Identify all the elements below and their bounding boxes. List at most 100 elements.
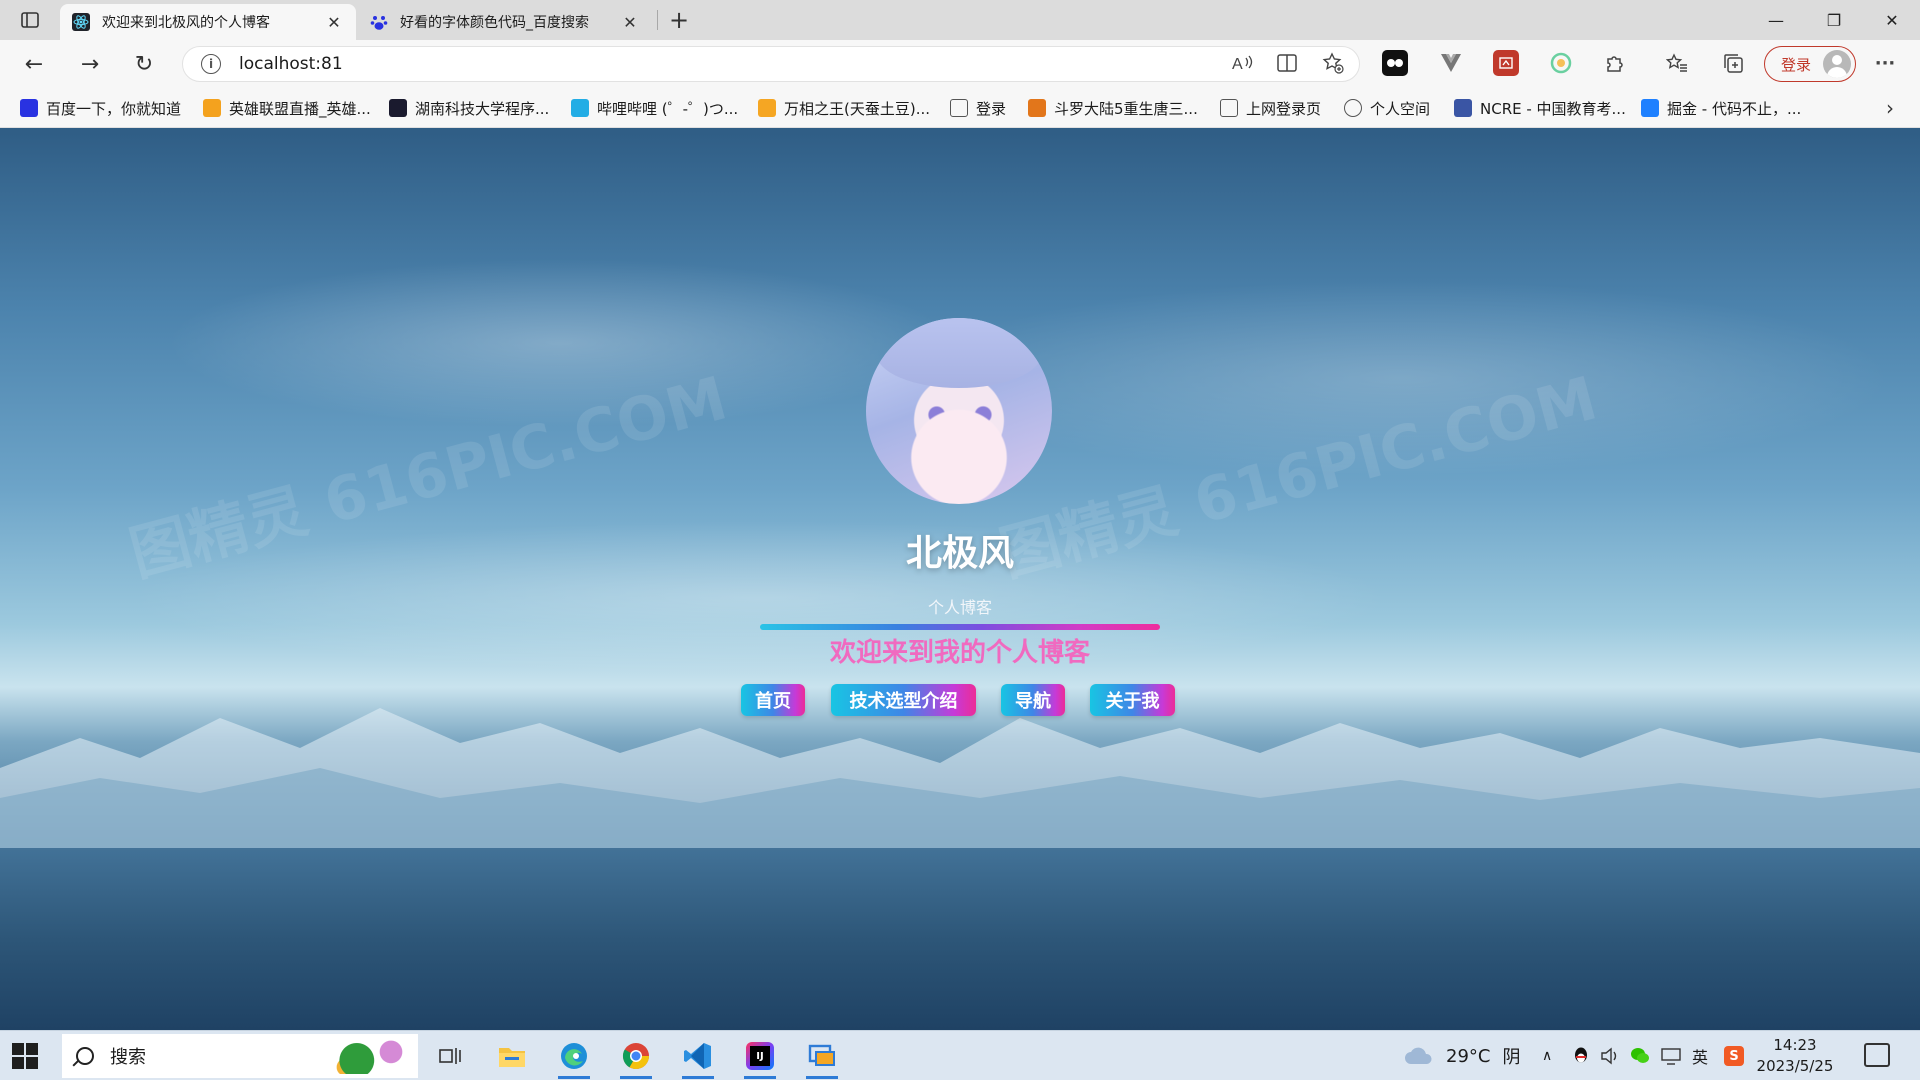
bookmark-item[interactable]: 英雄联盟直播_英雄... [203, 97, 371, 119]
favorites-icon[interactable] [1662, 48, 1692, 78]
vscode-icon[interactable] [672, 1035, 724, 1079]
address-bar[interactable]: i localhost:81 [182, 46, 1360, 82]
address-url[interactable]: localhost:81 [239, 54, 343, 74]
cloud-icon [1405, 1047, 1432, 1064]
author-name: 北极风 [905, 533, 1014, 574]
intellij-icon[interactable]: IJ [734, 1035, 786, 1079]
tab-strip: 欢迎来到北极风的个人博客 ✕ 好看的字体颜色代码_百度搜索 ✕ + — ❐ ✕ [0, 0, 1920, 40]
bookmark-label: 英雄联盟直播_英雄... [229, 99, 371, 118]
ext-green-circle-icon[interactable] [1548, 50, 1574, 76]
profile-avatar-icon [1823, 50, 1851, 78]
clock-time: 14:23 [1773, 1036, 1817, 1054]
forward-button[interactable]: → [72, 47, 108, 81]
book-icon [758, 99, 776, 117]
baidu-paw-icon [370, 13, 388, 31]
tab-close-icon[interactable]: ✕ [324, 12, 344, 32]
svg-text:A: A [1232, 56, 1243, 72]
baidu-paw-icon [20, 99, 38, 117]
ext-vue-icon[interactable] [1438, 50, 1464, 76]
tab-close-icon[interactable]: ✕ [620, 12, 640, 32]
bookmark-label: 上网登录页 [1246, 99, 1322, 118]
bookmark-item[interactable]: 湖南科技大学程序... [389, 97, 549, 119]
tab-divider [657, 10, 658, 30]
collections-icon[interactable] [1718, 48, 1748, 78]
bookmark-item[interactable]: 个人空间 [1344, 97, 1430, 119]
edge-icon[interactable] [548, 1035, 600, 1079]
novel-icon [1028, 99, 1046, 117]
weather-temp: 29°C [1446, 1045, 1491, 1067]
show-hidden-icons[interactable]: ∧ [1542, 1031, 1552, 1080]
tab-title: 好看的字体颜色代码_百度搜索 [400, 15, 589, 31]
react-icon [72, 13, 90, 31]
nav-tech-button[interactable]: 技术选型介绍 [831, 684, 976, 716]
reload-button[interactable]: ↻ [126, 47, 162, 81]
volume-icon[interactable] [1600, 1031, 1622, 1080]
read-aloud-icon[interactable]: A [1228, 48, 1258, 78]
add-favorite-icon[interactable] [1318, 48, 1348, 78]
minimize-button[interactable]: — [1748, 0, 1804, 40]
bookmarks-overflow-chevron-icon[interactable]: › [1878, 96, 1902, 120]
juejin-icon [1641, 99, 1659, 117]
new-tab-button[interactable]: + [664, 6, 694, 34]
qq-tray-icon[interactable] [1572, 1031, 1590, 1080]
notification-center-icon[interactable] [1864, 1043, 1890, 1067]
bookmark-item[interactable]: 百度一下，你就知道 [20, 97, 181, 119]
ext-red-icon[interactable] [1493, 50, 1519, 76]
tab-title: 欢迎来到北极风的个人博客 [102, 15, 270, 31]
bookmark-label: 百度一下，你就知道 [46, 99, 182, 118]
nav-about-button[interactable]: 关于我 [1090, 684, 1175, 716]
more-menu-icon[interactable]: ··· [1870, 48, 1900, 78]
taskbar-clock[interactable]: 14:23 2023/5/25 [1752, 1035, 1838, 1077]
file-explorer-icon[interactable] [486, 1035, 538, 1077]
globe-icon [1344, 99, 1362, 117]
taskbar-search[interactable]: 搜索 [62, 1034, 418, 1078]
back-button[interactable]: ← [16, 47, 52, 81]
bilibili-icon [571, 99, 589, 117]
restore-button[interactable]: ❐ [1806, 0, 1862, 40]
dark-site-icon [389, 99, 407, 117]
clock-date: 2023/5/25 [1756, 1057, 1834, 1075]
bookmark-item[interactable]: 登录 [950, 97, 1006, 119]
bookmark-item[interactable]: 哔哩哔哩 (゜-゜)つ... [571, 97, 738, 119]
bookmark-label: 个人空间 [1370, 99, 1431, 118]
tab-baidu-search[interactable]: 好看的字体颜色代码_百度搜索 ✕ [358, 4, 652, 40]
remote-desktop-icon[interactable] [796, 1035, 848, 1079]
search-highlight-image [334, 1040, 410, 1074]
weather-condition: 阴 [1502, 1047, 1521, 1068]
ext-tampermonkey-icon[interactable] [1382, 50, 1408, 76]
bookmark-label: 斗罗大陆5重生唐三... [1054, 99, 1198, 118]
bookmark-label: 掘金 - 代码不止，... [1667, 99, 1802, 118]
windows-start-icon[interactable] [12, 1043, 38, 1069]
signin-button[interactable]: 登录 [1764, 46, 1856, 82]
ime-indicator[interactable]: 英 [1692, 1031, 1708, 1080]
nav-navigation-button[interactable]: 导航 [1001, 684, 1065, 716]
tab-actions-icon[interactable] [12, 6, 48, 34]
bookmark-label: NCRE - 中国教育考... [1480, 99, 1626, 118]
bookmark-item[interactable]: NCRE - 中国教育考... [1454, 97, 1626, 119]
browser-toolbar: ← → ↻ i localhost:81 A 登录 ··· [0, 40, 1920, 88]
signin-label: 登录 [1781, 55, 1812, 74]
search-icon [76, 1047, 94, 1065]
bookmark-item[interactable]: 斗罗大陆5重生唐三... [1028, 97, 1198, 119]
split-screen-icon[interactable] [1272, 48, 1302, 78]
bookmark-item[interactable]: 上网登录页 [1220, 97, 1321, 119]
blog-hero: 图精灵 616PIC.COM 图精灵 616PIC.COM 北极风 个人博客 欢… [0, 128, 1920, 1030]
background-mountains [0, 708, 1920, 848]
huya-icon [203, 99, 221, 117]
welcome-heading: 欢迎来到我的个人博客 [829, 638, 1090, 668]
chrome-icon[interactable] [610, 1035, 662, 1079]
close-window-button[interactable]: ✕ [1864, 0, 1920, 40]
bookmark-item[interactable]: 万相之王(天蚕土豆)... [758, 97, 930, 119]
bookmark-item[interactable]: 掘金 - 代码不止，... [1641, 97, 1801, 119]
wechat-tray-icon[interactable] [1630, 1031, 1650, 1080]
blog-nav: 首页 技术选型介绍 导航 关于我 [0, 684, 1920, 716]
nav-home-button[interactable]: 首页 [741, 684, 805, 716]
weather-widget[interactable]: 29°C 阴 [1404, 1031, 1520, 1080]
extensions-puzzle-icon[interactable] [1600, 48, 1630, 78]
site-info-icon[interactable]: i [201, 54, 221, 74]
sogou-tray-icon[interactable]: S [1724, 1031, 1744, 1080]
task-view-icon[interactable] [424, 1035, 476, 1077]
watermark-text: 图精灵 616PIC.COM [122, 363, 735, 591]
tab-blog[interactable]: 欢迎来到北极风的个人博客 ✕ [60, 4, 356, 40]
network-icon[interactable] [1660, 1031, 1682, 1080]
